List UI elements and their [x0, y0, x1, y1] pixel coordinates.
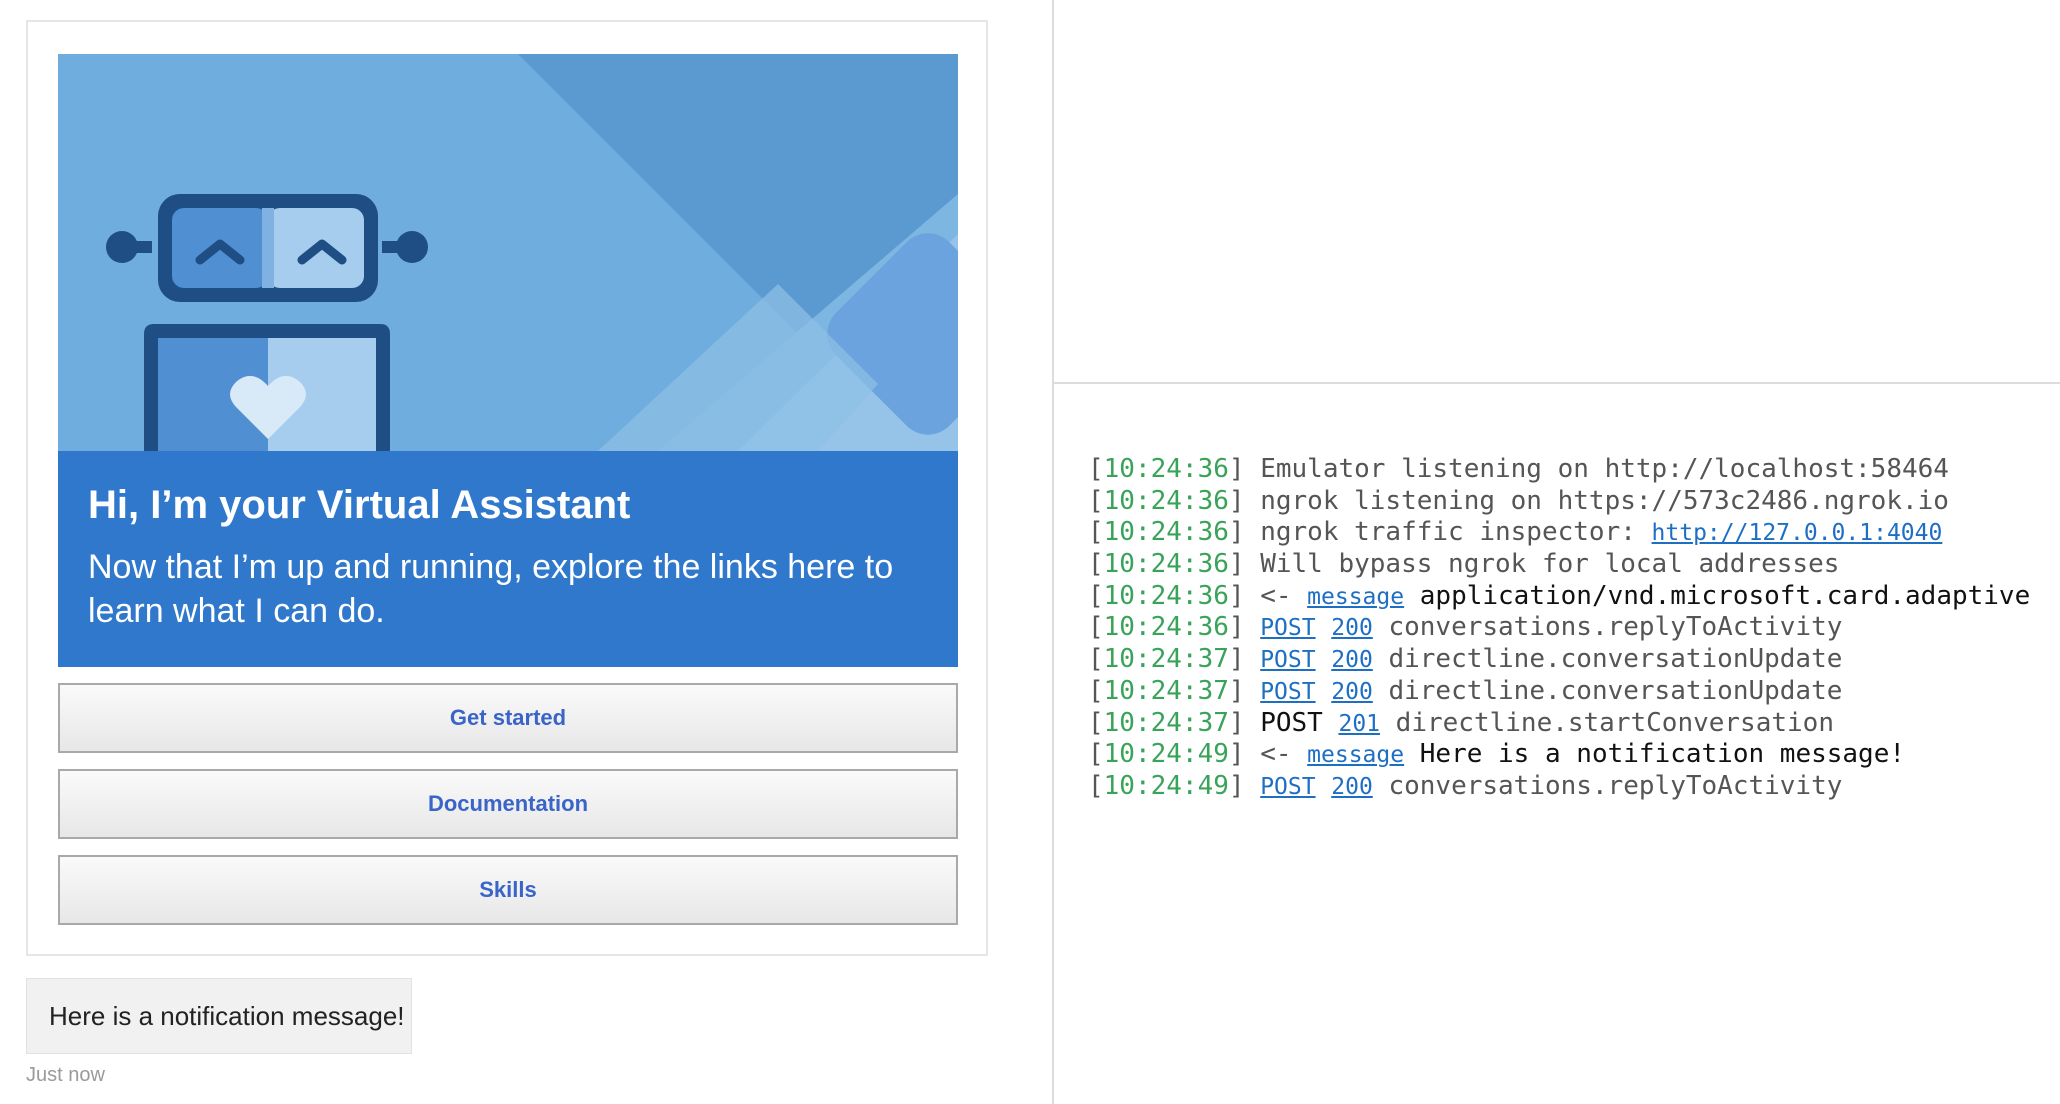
log-bracket: ] [1228, 612, 1261, 643]
log-bracket: ] [1228, 485, 1261, 516]
log-timestamp: 10:24:49 [1103, 770, 1229, 801]
log-bracket: ] [1228, 707, 1261, 738]
log-timestamp: 10:24:37 [1103, 675, 1229, 706]
log-text: ngrok traffic inspector: [1260, 517, 1652, 548]
log-entry: [10:24:36] POST 200 conversations.replyT… [1088, 612, 2030, 644]
log-bracket: ] [1228, 770, 1261, 801]
log-bracket: [ [1088, 612, 1104, 643]
log-timestamp: 10:24:49 [1103, 739, 1229, 770]
log-text: POST [1260, 707, 1323, 738]
log-text: Here is a notification message! [1404, 739, 1906, 770]
log-text: directline.conversationUpdate [1372, 644, 1843, 675]
chat-transcript: Hi, I’m your Virtual Assistant Now that … [0, 0, 1052, 1104]
log-timestamp: 10:24:36 [1103, 454, 1229, 484]
log-timestamp: 10:24:36 [1103, 612, 1229, 643]
log-timestamp: 10:24:36 [1103, 549, 1229, 580]
log-bracket: [ [1088, 739, 1104, 770]
inspector-pane [1054, 0, 2060, 382]
log-bracket: [ [1088, 454, 1104, 484]
log-bracket: [ [1088, 644, 1104, 675]
log-bracket: [ [1088, 517, 1104, 548]
log-bracket: [ [1088, 675, 1104, 706]
log-entry: [10:24:37] POST 201 directline.startConv… [1088, 708, 2030, 740]
log-entry: [10:24:36] ngrok listening on https://57… [1088, 486, 2030, 518]
log-text: Will bypass ngrok for local addresses [1260, 549, 1840, 580]
log-bracket: ] [1228, 644, 1261, 675]
status-link[interactable]: 200 [1331, 774, 1373, 800]
get-started-button[interactable]: Get started [58, 683, 958, 753]
log-entry: [10:24:36] Emulator listening on http://… [1088, 454, 2030, 486]
message-timestamp: Just now [26, 1064, 105, 1086]
log-timestamp: 10:24:37 [1103, 644, 1229, 675]
status-link[interactable]: 200 [1331, 615, 1373, 641]
log-bracket: ] [1228, 580, 1261, 611]
log-text: Emulator listening on http://localhost:5… [1260, 454, 1949, 484]
log-entry: [10:24:37] POST 200 directline.conversat… [1088, 676, 2030, 708]
log-bracket: [ [1088, 770, 1104, 801]
log-bracket: ] [1228, 549, 1261, 580]
status-link[interactable]: 201 [1338, 711, 1380, 737]
log-bracket: [ [1088, 580, 1104, 611]
log-timestamp: 10:24:37 [1103, 707, 1229, 738]
log-bracket: [ [1088, 485, 1104, 516]
log-bracket: ] [1228, 675, 1261, 706]
method-link[interactable]: POST [1260, 774, 1315, 800]
log-bracket: ] [1228, 517, 1261, 548]
card-banner: Hi, I’m your Virtual Assistant Now that … [58, 451, 958, 667]
method-link[interactable]: POST [1260, 647, 1315, 673]
log-entry: [10:24:37] POST 200 directline.conversat… [1088, 644, 2030, 676]
inspector-link[interactable]: http://127.0.0.1:4040 [1652, 520, 1943, 546]
documentation-button[interactable]: Documentation [58, 769, 958, 839]
log-timestamp: 10:24:36 [1103, 517, 1229, 548]
log-entry: [10:24:49] POST 200 conversations.replyT… [1088, 771, 2030, 803]
log-bracket: ] [1228, 454, 1261, 484]
log-bracket: ] [1228, 739, 1261, 770]
card-body-text: Now that I’m up and running, explore the… [88, 548, 894, 630]
skills-button[interactable]: Skills [58, 855, 958, 925]
log-entry: [10:24:36] ngrok traffic inspector: http… [1088, 517, 2030, 549]
log-text: conversations.replyToActivity [1372, 770, 1843, 801]
card-title: Hi, I’m your Virtual Assistant [88, 483, 631, 527]
method-link[interactable]: POST [1260, 615, 1315, 641]
card-hero-image [58, 54, 958, 451]
log-text: conversations.replyToActivity [1372, 612, 1843, 643]
log-entry: [10:24:36] Will bypass ngrok for local a… [1088, 549, 2030, 581]
log-bracket: [ [1088, 549, 1104, 580]
message-link[interactable]: message [1307, 584, 1404, 610]
log-entry: [10:24:49] <- message Here is a notifica… [1088, 739, 2030, 771]
message-link[interactable]: message [1307, 742, 1404, 768]
method-link[interactable]: POST [1260, 679, 1315, 705]
log-timestamp: 10:24:36 [1103, 485, 1229, 516]
log-list: [10:24:36] Emulator listening on http://… [1088, 454, 2030, 803]
notification-message-bubble: Here is a notification message! [26, 978, 412, 1054]
log-text: <- [1260, 580, 1308, 611]
log-bracket: [ [1088, 707, 1104, 738]
log-text: <- [1260, 739, 1308, 770]
log-text: ngrok listening on https://573c2486.ngro… [1260, 485, 1949, 516]
log-text: directline.startConversation [1380, 707, 1834, 738]
log-panel: [10:24:36] Emulator listening on http://… [1054, 384, 2060, 1104]
status-link[interactable]: 200 [1331, 647, 1373, 673]
log-text: directline.conversationUpdate [1372, 675, 1843, 706]
log-text: application/vnd.microsoft.card.adaptive [1404, 580, 2031, 611]
status-link[interactable]: 200 [1331, 679, 1373, 705]
log-timestamp: 10:24:36 [1103, 580, 1229, 611]
log-entry: [10:24:36] <- message application/vnd.mi… [1088, 581, 2030, 613]
